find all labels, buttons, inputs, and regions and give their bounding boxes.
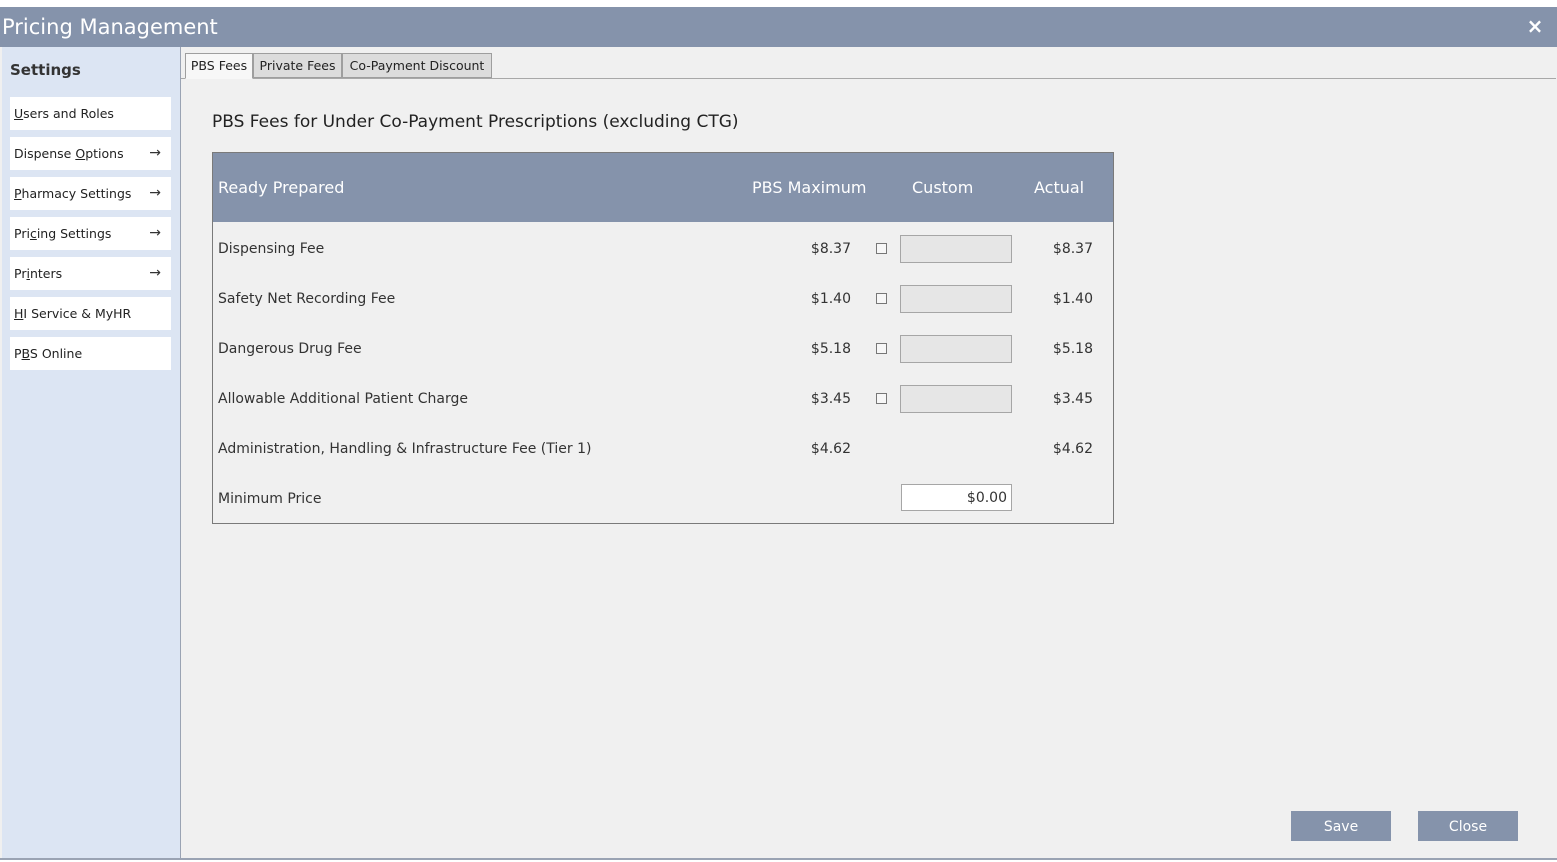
row-label-minimum-price: Minimum Price [218, 491, 322, 507]
sidebar-item-label: S Online [29, 346, 83, 361]
sidebar-item-label: Pr [14, 266, 27, 281]
table-header: Ready Prepared PBS Maximum Custom Actual [213, 153, 1113, 222]
sidebar-item-mnemonic: H [14, 306, 24, 321]
header-custom: Custom [912, 178, 974, 197]
sidebar-item-dispense-options[interactable]: Dispense Options → [10, 137, 171, 170]
settings-sidebar: Settings Users and Roles Dispense Option… [2, 47, 180, 858]
fees-table: Ready Prepared PBS Maximum Custom Actual… [212, 152, 1114, 524]
section-title: PBS Fees for Under Co-Payment Prescripti… [212, 112, 739, 132]
custom-input-dangerous-drug-fee[interactable] [900, 335, 1012, 363]
row-max-dispensing-fee: $8.37 [810, 241, 851, 257]
sidebar-item-pbs-online[interactable]: PBS Online [10, 337, 171, 370]
row-label-dispensing-fee: Dispensing Fee [218, 241, 325, 257]
tab-pbs-fees[interactable]: PBS Fees [185, 53, 253, 79]
tab-co-payment-discount[interactable]: Co-Payment Discount [342, 53, 492, 78]
custom-input-dispensing-fee[interactable] [900, 235, 1012, 263]
row-actual-safety-net-recording-fee: $1.40 [1052, 291, 1093, 307]
sidebar-item-label: nters [29, 266, 63, 281]
custom-checkbox-safety-net-recording-fee[interactable] [876, 293, 887, 304]
sidebar-item-mnemonic: B [21, 346, 30, 361]
tab-private-fees[interactable]: Private Fees [253, 53, 342, 78]
sidebar-item-label: ptions [85, 146, 124, 161]
sidebar-item-pricing-settings[interactable]: Pricing Settings → [10, 217, 171, 250]
sidebar-item-mnemonic: U [14, 106, 24, 121]
sidebar-item-mnemonic: O [75, 146, 86, 161]
content-panel: PBS Fees Private Fees Co-Payment Discoun… [180, 47, 1556, 858]
title-bar: Pricing Management × [0, 7, 1557, 47]
sidebar-item-mnemonic: c [29, 226, 37, 241]
row-actual-administration-handling-fee: $4.62 [1052, 441, 1093, 457]
custom-input-safety-net-recording-fee[interactable] [900, 285, 1012, 313]
close-button[interactable]: Close [1418, 811, 1518, 841]
row-max-dangerous-drug-fee: $5.18 [810, 341, 851, 357]
row-max-safety-net-recording-fee: $1.40 [810, 291, 851, 307]
sidebar-item-mnemonic: P [14, 186, 22, 201]
sidebar-item-label: I Service & MyHR [23, 306, 132, 321]
tab-strip-divider [181, 78, 1556, 79]
arrow-right-icon: → [149, 265, 161, 281]
close-icon[interactable]: × [1525, 16, 1545, 36]
sidebar-item-users-and-roles[interactable]: Users and Roles [10, 97, 171, 130]
sidebar-item-hi-service-myhr[interactable]: HI Service & MyHR [10, 297, 171, 330]
row-actual-dangerous-drug-fee: $5.18 [1052, 341, 1093, 357]
row-actual-dispensing-fee: $8.37 [1052, 241, 1093, 257]
save-button[interactable]: Save [1291, 811, 1391, 841]
row-label-safety-net-recording-fee: Safety Net Recording Fee [218, 291, 396, 307]
custom-checkbox-dangerous-drug-fee[interactable] [876, 343, 887, 354]
row-label-allowable-additional-patient-charge: Allowable Additional Patient Charge [218, 391, 468, 407]
row-actual-allowable-additional-patient-charge: $3.45 [1052, 391, 1093, 407]
sidebar-item-label: ing Settings [36, 226, 112, 241]
row-label-dangerous-drug-fee: Dangerous Drug Fee [218, 341, 362, 357]
sidebar-item-printers[interactable]: Printers → [10, 257, 171, 290]
header-actual: Actual [1034, 178, 1085, 197]
arrow-right-icon: → [149, 145, 161, 161]
minimum-price-input[interactable] [901, 484, 1012, 511]
sidebar-item-label: Pri [14, 226, 30, 241]
sidebar-heading: Settings [10, 61, 81, 79]
arrow-right-icon: → [149, 185, 161, 201]
sidebar-item-label: P [14, 346, 22, 361]
custom-input-allowable-additional-patient-charge[interactable] [900, 385, 1012, 413]
sidebar-item-label: sers and Roles [23, 106, 114, 121]
sidebar-item-label: harmacy Settings [21, 186, 132, 201]
custom-checkbox-dispensing-fee[interactable] [876, 243, 887, 254]
sidebar-item-pharmacy-settings[interactable]: Pharmacy Settings → [10, 177, 171, 210]
pricing-management-window: Pricing Management × Settings Users and … [0, 7, 1557, 860]
window-bottom-border [0, 858, 1557, 860]
row-max-administration-handling-fee: $4.62 [810, 441, 851, 457]
header-pbs-maximum: PBS Maximum [752, 178, 867, 197]
window-title: Pricing Management [2, 15, 218, 39]
row-label-administration-handling-fee: Administration, Handling & Infrastructur… [218, 441, 592, 457]
sidebar-item-label: Dispense [14, 146, 76, 161]
header-ready-prepared: Ready Prepared [218, 178, 345, 197]
arrow-right-icon: → [149, 225, 161, 241]
row-max-allowable-additional-patient-charge: $3.45 [810, 391, 851, 407]
custom-checkbox-allowable-additional-patient-charge[interactable] [876, 393, 887, 404]
